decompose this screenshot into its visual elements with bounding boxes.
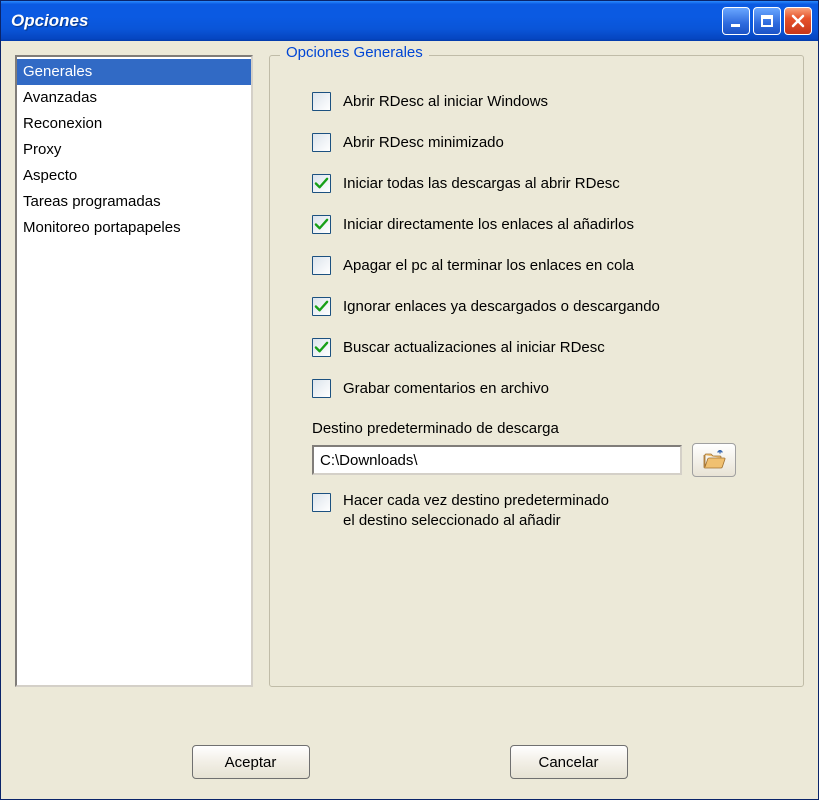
check-start-all-downloads[interactable]: Iniciar todas las descargas al abrir RDe… bbox=[312, 174, 787, 193]
dialog-buttons: Aceptar Cancelar bbox=[15, 727, 804, 789]
check-make-default-dest[interactable]: Hacer cada vez destino predeterminado el… bbox=[312, 491, 787, 531]
sidebar-item-label: Reconexion bbox=[23, 115, 102, 132]
checkbox[interactable] bbox=[312, 92, 331, 111]
general-options-group: Opciones Generales Abrir RDesc al inicia… bbox=[269, 55, 804, 687]
options-panel: Opciones Generales Abrir RDesc al inicia… bbox=[267, 55, 804, 727]
button-label: Aceptar bbox=[225, 754, 277, 771]
checkbox[interactable] bbox=[312, 215, 331, 234]
check-open-minimized[interactable]: Abrir RDesc minimizado bbox=[312, 133, 787, 152]
sidebar-item-label: Generales bbox=[23, 63, 92, 80]
sidebar-item-label: Aspecto bbox=[23, 167, 77, 184]
checkbox[interactable] bbox=[312, 379, 331, 398]
dest-label: Destino predeterminado de descarga bbox=[312, 420, 787, 437]
checkbox-label: Iniciar todas las descargas al abrir RDe… bbox=[343, 175, 620, 192]
check-icon bbox=[314, 176, 329, 191]
titlebar[interactable]: Opciones bbox=[1, 1, 818, 41]
check-shutdown-when-done[interactable]: Apagar el pc al terminar los enlaces en … bbox=[312, 256, 787, 275]
sidebar-item-label: Monitoreo portapapeles bbox=[23, 219, 181, 236]
folder-open-icon bbox=[702, 450, 726, 470]
sidebar-item-label: Avanzadas bbox=[23, 89, 97, 106]
checkbox[interactable] bbox=[312, 133, 331, 152]
checkbox-label: Abrir RDesc minimizado bbox=[343, 134, 504, 151]
window-title: Opciones bbox=[11, 11, 722, 31]
category-list[interactable]: Generales Avanzadas Reconexion Proxy Asp… bbox=[15, 55, 253, 687]
check-save-comments[interactable]: Grabar comentarios en archivo bbox=[312, 379, 787, 398]
checkbox-label: Buscar actualizaciones al iniciar RDesc bbox=[343, 339, 605, 356]
sidebar-item-label: Tareas programadas bbox=[23, 193, 161, 210]
checkbox-label: Grabar comentarios en archivo bbox=[343, 380, 549, 397]
cancel-button[interactable]: Cancelar bbox=[510, 745, 628, 779]
checkbox[interactable] bbox=[312, 174, 331, 193]
checkbox-label: Iniciar directamente los enlaces al añad… bbox=[343, 216, 634, 233]
maximize-icon bbox=[759, 13, 775, 29]
sidebar-item-label: Proxy bbox=[23, 141, 61, 158]
checkbox-label-line2: el destino seleccionado al añadir bbox=[343, 512, 561, 529]
sidebar-item-reconexion[interactable]: Reconexion bbox=[17, 111, 251, 137]
group-title: Opciones Generales bbox=[280, 44, 429, 61]
ok-button[interactable]: Aceptar bbox=[192, 745, 310, 779]
checkbox-label: Hacer cada vez destino predeterminado el… bbox=[343, 491, 609, 531]
sidebar-item-proxy[interactable]: Proxy bbox=[17, 137, 251, 163]
dest-input[interactable] bbox=[312, 445, 682, 475]
checkbox-label: Apagar el pc al terminar los enlaces en … bbox=[343, 257, 634, 274]
browse-button[interactable] bbox=[692, 443, 736, 477]
sidebar-item-generales[interactable]: Generales bbox=[17, 59, 251, 85]
checkbox[interactable] bbox=[312, 338, 331, 357]
checkbox-label: Abrir RDesc al iniciar Windows bbox=[343, 93, 548, 110]
checkbox[interactable] bbox=[312, 256, 331, 275]
dest-row bbox=[312, 443, 787, 477]
check-ignore-downloaded[interactable]: Ignorar enlaces ya descargados o descarg… bbox=[312, 297, 787, 316]
maximize-button[interactable] bbox=[753, 7, 781, 35]
check-start-links-on-add[interactable]: Iniciar directamente los enlaces al añad… bbox=[312, 215, 787, 234]
check-icon bbox=[314, 299, 329, 314]
checkbox-label-line1: Hacer cada vez destino predeterminado bbox=[343, 492, 609, 509]
check-icon bbox=[314, 340, 329, 355]
checkbox[interactable] bbox=[312, 297, 331, 316]
check-icon bbox=[314, 217, 329, 232]
minimize-button[interactable] bbox=[722, 7, 750, 35]
button-label: Cancelar bbox=[538, 754, 598, 771]
options-dialog: Opciones Generales Avanzadas Reconexion … bbox=[0, 0, 819, 800]
checkbox[interactable] bbox=[312, 493, 331, 512]
minimize-icon bbox=[728, 13, 744, 29]
close-button[interactable] bbox=[784, 7, 812, 35]
sidebar-item-avanzadas[interactable]: Avanzadas bbox=[17, 85, 251, 111]
window-buttons bbox=[722, 7, 812, 35]
dialog-body: Generales Avanzadas Reconexion Proxy Asp… bbox=[1, 41, 818, 799]
checkbox-label: Ignorar enlaces ya descargados o descarg… bbox=[343, 298, 660, 315]
sidebar-item-monitoreo-portapapeles[interactable]: Monitoreo portapapeles bbox=[17, 215, 251, 241]
sidebar-item-tareas-programadas[interactable]: Tareas programadas bbox=[17, 189, 251, 215]
close-icon bbox=[790, 13, 806, 29]
sidebar-item-aspecto[interactable]: Aspecto bbox=[17, 163, 251, 189]
main-row: Generales Avanzadas Reconexion Proxy Asp… bbox=[15, 55, 804, 727]
check-open-on-windows-start[interactable]: Abrir RDesc al iniciar Windows bbox=[312, 92, 787, 111]
check-updates-on-start[interactable]: Buscar actualizaciones al iniciar RDesc bbox=[312, 338, 787, 357]
